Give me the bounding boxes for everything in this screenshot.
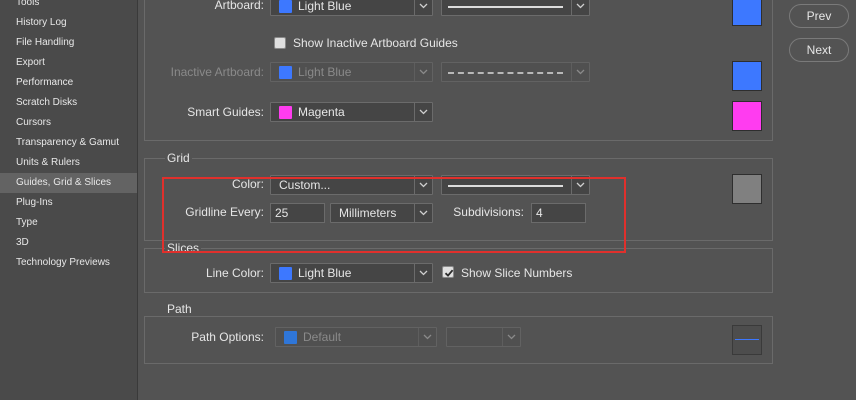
gridline-every-input[interactable]: [270, 203, 325, 223]
show-slice-numbers-label: Show Slice Numbers: [461, 266, 573, 280]
sidebar-item-label: Export: [16, 57, 45, 68]
sidebar-item-plug-ins[interactable]: Plug-Ins: [0, 193, 137, 213]
grid-color-dropdown[interactable]: Custom...: [270, 175, 433, 195]
sidebar-item-cursors[interactable]: Cursors: [0, 113, 137, 133]
slice-line-color-dropdown[interactable]: Light Blue: [270, 263, 433, 283]
sidebar-item-label: Performance: [16, 77, 74, 88]
artboard-label: Artboard:: [214, 0, 264, 12]
slice-line-color-value: Light Blue: [298, 266, 352, 280]
light-blue-swatch: [279, 267, 292, 280]
checkmark-icon: [444, 269, 454, 277]
sidebar-item-label: Tools: [16, 0, 40, 8]
path-options-dropdown[interactable]: Default: [275, 327, 437, 347]
path-section-title: Path: [165, 302, 194, 316]
smart-guides-color-value: Magenta: [298, 105, 345, 119]
inactive-artboard-style-dropdown[interactable]: [441, 62, 590, 82]
sidebar-item-tools[interactable]: Tools: [0, 0, 137, 13]
artboard-style-dropdown[interactable]: [441, 0, 590, 16]
inactive-artboard-color-swatch[interactable]: [732, 61, 762, 91]
subdivisions-input[interactable]: [531, 203, 586, 223]
light-blue-swatch: [284, 331, 297, 344]
sidebar-item-label: Units & Rulers: [16, 157, 80, 168]
smart-guides-color-dropdown[interactable]: Magenta: [270, 102, 433, 122]
grid-color-value: Custom...: [279, 178, 331, 192]
sidebar-item-label: Guides, Grid & Slices: [16, 177, 112, 188]
sidebar-item-history-log[interactable]: History Log: [0, 13, 137, 33]
sidebar-item-export[interactable]: Export: [0, 53, 137, 73]
sidebar-item-label: File Handling: [16, 37, 75, 48]
chevron-down-icon: [414, 0, 432, 15]
light-blue-swatch: [279, 66, 292, 79]
show-slice-numbers-checkbox[interactable]: [442, 266, 454, 278]
grid-unit-value: Millimeters: [339, 206, 397, 220]
chevron-down-icon: [414, 204, 432, 222]
grid-unit-dropdown[interactable]: Millimeters: [330, 203, 433, 223]
sidebar-item-guides-grid-slices[interactable]: Guides, Grid & Slices: [0, 173, 137, 193]
sidebar-item-type[interactable]: Type: [0, 213, 137, 233]
chevron-down-icon: [418, 328, 436, 346]
gridline-every-label: Gridline Every:: [185, 205, 264, 219]
artboard-color-swatch[interactable]: [732, 0, 762, 26]
sidebar-item-performance[interactable]: Performance: [0, 73, 137, 93]
solid-line-icon: [448, 185, 563, 187]
sidebar-item-units-rulers[interactable]: Units & Rulers: [0, 153, 137, 173]
path-options-value: Default: [303, 330, 342, 344]
inactive-artboard-color-dropdown[interactable]: Light Blue: [270, 62, 433, 82]
preferences-sidebar: Tools History Log File Handling Export P…: [0, 0, 138, 400]
grid-style-dropdown[interactable]: [441, 175, 590, 195]
chevron-down-icon: [414, 176, 432, 194]
show-inactive-artboard-checkbox[interactable]: [274, 37, 286, 49]
path-preview-swatch[interactable]: [732, 325, 762, 355]
grid-section: [144, 158, 773, 241]
slice-line-color-label: Line Color:: [205, 266, 264, 280]
smart-guides-color-swatch[interactable]: [732, 101, 762, 131]
next-button[interactable]: Next: [789, 38, 849, 62]
sidebar-item-label: Type: [16, 217, 38, 228]
sidebar-item-label: History Log: [16, 17, 67, 28]
subdivisions-label: Subdivisions:: [453, 205, 524, 219]
sidebar-item-label: Plug-Ins: [16, 197, 53, 208]
magenta-swatch: [279, 106, 292, 119]
sidebar-item-3d[interactable]: 3D: [0, 233, 137, 253]
smart-guides-label: Smart Guides:: [187, 105, 264, 119]
light-blue-swatch: [279, 0, 292, 13]
chevron-down-icon: [571, 63, 589, 81]
sidebar-item-label: Scratch Disks: [16, 97, 78, 108]
sidebar-item-scratch-disks[interactable]: Scratch Disks: [0, 93, 137, 113]
sidebar-item-label: Transparency & Gamut: [16, 137, 120, 148]
show-inactive-artboard-label: Show Inactive Artboard Guides: [293, 36, 458, 50]
sidebar-item-file-handling[interactable]: File Handling: [0, 33, 137, 53]
chevron-down-icon: [571, 176, 589, 194]
sidebar-item-label: Cursors: [16, 117, 52, 128]
dashed-line-icon: [448, 72, 563, 74]
chevron-down-icon: [414, 63, 432, 81]
chevron-down-icon: [502, 328, 520, 346]
solid-line-icon: [448, 6, 563, 8]
path-preview-line: [735, 339, 759, 340]
prev-button[interactable]: Prev: [789, 4, 849, 28]
grid-color-label: Color:: [231, 177, 264, 191]
grid-color-swatch[interactable]: [732, 174, 762, 204]
artboard-color-dropdown[interactable]: Light Blue: [270, 0, 433, 16]
path-width-dropdown[interactable]: [446, 327, 521, 347]
path-options-label: Path Options:: [191, 330, 264, 344]
grid-section-title: Grid: [165, 151, 192, 165]
chevron-down-icon: [414, 103, 432, 121]
sidebar-item-label: Technology Previews: [16, 257, 110, 268]
sidebar-item-label: 3D: [16, 237, 29, 248]
inactive-artboard-label: Inactive Artboard:: [170, 65, 264, 79]
slices-section-title: Slices: [165, 241, 202, 255]
chevron-down-icon: [571, 0, 589, 15]
artboard-color-value: Light Blue: [298, 0, 352, 13]
sidebar-item-transparency-gamut[interactable]: Transparency & Gamut: [0, 133, 137, 153]
inactive-artboard-color-value: Light Blue: [298, 65, 352, 79]
sidebar-item-technology-previews[interactable]: Technology Previews: [0, 253, 137, 273]
chevron-down-icon: [414, 264, 432, 282]
